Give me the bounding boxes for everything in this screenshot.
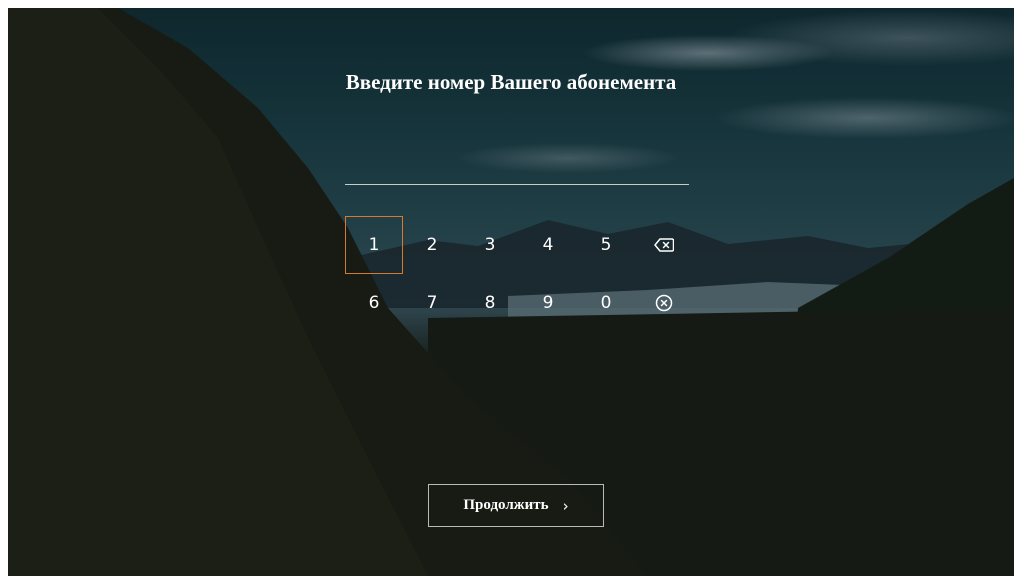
clear-button[interactable] xyxy=(635,274,693,332)
continue-button[interactable]: Продолжить › xyxy=(428,484,604,527)
continue-button-label: Продолжить xyxy=(463,497,549,513)
numeric-keypad: 1 2 3 4 5 6 7 8 9 0 xyxy=(345,216,693,332)
login-screen: Введите номер Вашего абонемента 1 2 3 4 … xyxy=(8,8,1014,576)
chevron-right-icon: › xyxy=(562,496,569,515)
key-4[interactable]: 4 xyxy=(519,216,577,274)
key-5[interactable]: 5 xyxy=(577,216,635,274)
page-title: Введите номер Вашего абонемента xyxy=(345,70,677,94)
key-0[interactable]: 0 xyxy=(577,274,635,332)
backspace-button[interactable] xyxy=(635,216,693,274)
clear-circle-icon xyxy=(655,294,673,312)
input-underline xyxy=(345,184,689,185)
key-1[interactable]: 1 xyxy=(345,216,403,274)
key-3[interactable]: 3 xyxy=(461,216,519,274)
key-2[interactable]: 2 xyxy=(403,216,461,274)
key-9[interactable]: 9 xyxy=(519,274,577,332)
key-6[interactable]: 6 xyxy=(345,274,403,332)
backspace-icon xyxy=(654,238,674,252)
key-7[interactable]: 7 xyxy=(403,274,461,332)
key-8[interactable]: 8 xyxy=(461,274,519,332)
subscription-number-display xyxy=(345,148,689,178)
